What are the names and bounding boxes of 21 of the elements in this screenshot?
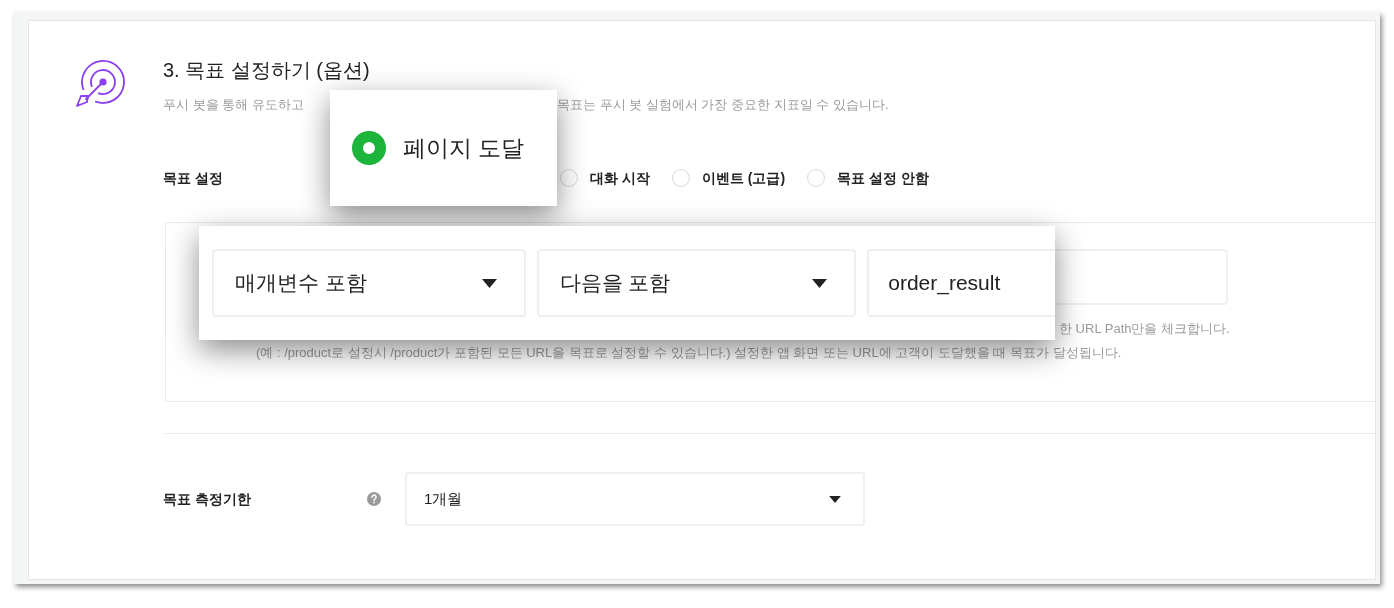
caret-icon [812,278,828,288]
radio-option[interactable]: 대화 시작 [560,167,650,189]
caret-icon [829,495,841,503]
description-text: 푸시 봇을 통해 유도하고 [163,97,304,112]
input-field[interactable] [1056,249,1228,305]
hint-text: (예 : /product로 설정시 /product가 포함된 모든 URL을 목표로 설정할 수 있습니다.) 설정한 앱 화면 또는 URL에 고객이 도달했을 때 목표가 달성됩니다. [256,344,1122,362]
section-title: 3. 목표 설정하기 (옵션) [163,58,370,83]
description-text: 목표는 푸시 봇 실험에서 가장 중요한 지표일 수 있습니다. [557,96,889,114]
hint-text: 한 URL Path만을 체크합니다. [1059,320,1230,338]
field-label: 목표 설정 [163,170,223,186]
radio-option[interactable]: 페이지 도달 [352,130,525,166]
radio-option[interactable]: 이벤트 (고급) [671,167,786,189]
dropdown[interactable]: 매개변수 포함 [212,249,526,317]
help-icon[interactable] [367,492,381,506]
target-arrow-icon [75,59,127,109]
caret-icon [481,278,497,288]
dropdown[interactable]: 1개월 [405,472,865,526]
input-field[interactable]: order_result [867,249,1055,317]
field-label: 목표 측정기한 [163,491,251,507]
radio-option[interactable]: 목표 설정 안함 [807,167,929,189]
dropdown[interactable]: 다음을 포함 [536,249,857,317]
